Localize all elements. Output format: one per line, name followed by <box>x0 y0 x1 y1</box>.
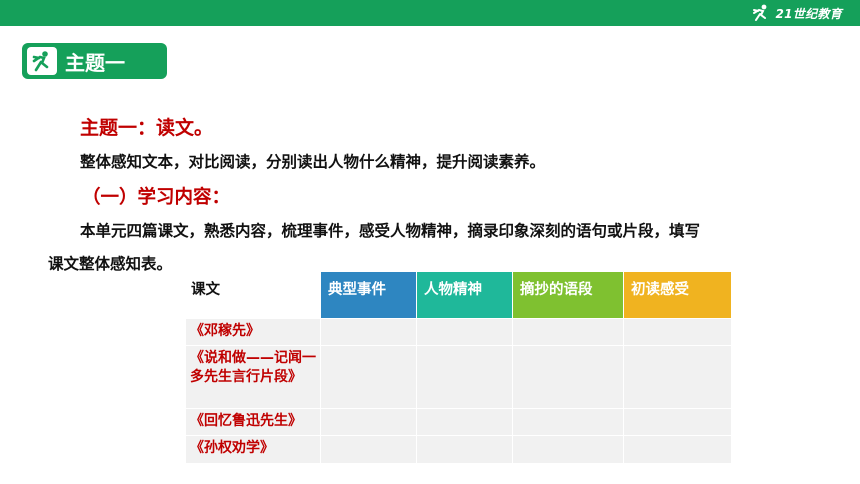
heading-reading: 主题一：读文。 <box>80 117 214 139</box>
table-header-feeling: 初读感受 <box>624 272 731 318</box>
table-row-title: 《回忆鲁迅先生》 <box>186 409 320 435</box>
table-cell[interactable] <box>624 346 731 408</box>
table-cell[interactable] <box>513 409 623 435</box>
table-row-title: 《说和做——记闻一多先生言行片段》 <box>186 346 320 408</box>
table-cell[interactable] <box>321 319 416 345</box>
top-bar: 21世纪教育 <box>0 0 860 26</box>
table-cell[interactable] <box>624 409 731 435</box>
table-cell[interactable] <box>417 346 512 408</box>
brand-logo: 21世纪教育 <box>750 3 843 23</box>
table-header-course: 课文 <box>191 282 220 298</box>
table-header-events: 典型事件 <box>321 272 416 318</box>
table-cell[interactable] <box>417 436 512 463</box>
table-header-excerpt: 摘抄的语段 <box>513 272 623 318</box>
runner-icon <box>32 51 49 72</box>
perception-table: 课文 典型事件 人物精神 摘抄的语段 初读感受 《邓稼先》 《说和做——记闻一多… <box>186 272 731 464</box>
paragraph-line-1: 本单元四篇课文，熟悉内容，梳理事件，感受人物精神，摘录印象深刻的语句或片段，填写 <box>80 222 701 240</box>
table-cell[interactable] <box>513 346 623 408</box>
brand-name: 21世纪教育 <box>775 6 842 21</box>
topic-badge: 主题一 <box>22 43 167 79</box>
table-cell[interactable] <box>321 409 416 435</box>
heading-learning-content: （一）学习内容： <box>82 187 231 208</box>
table-row-title: 《邓稼先》 <box>186 319 320 345</box>
table-cell[interactable] <box>321 346 416 408</box>
runner-icon <box>752 4 766 21</box>
intro-line: 整体感知文本，对比阅读，分别读出人物什么精神，提升阅读素养。 <box>80 153 546 171</box>
table-row-title: 《孙权劝学》 <box>186 436 320 463</box>
paragraph-line-2: 课文整体感知表。 <box>48 255 173 273</box>
table-cell[interactable] <box>624 319 731 345</box>
badge-icon-box <box>27 47 57 75</box>
table-cell[interactable] <box>513 319 623 345</box>
table-header-spirit: 人物精神 <box>417 272 512 318</box>
topic-badge-label: 主题一 <box>65 50 125 75</box>
table-cell[interactable] <box>417 409 512 435</box>
table-cell[interactable] <box>513 436 623 463</box>
table-cell[interactable] <box>624 436 731 463</box>
table-cell[interactable] <box>321 436 416 463</box>
table-cell[interactable] <box>417 319 512 345</box>
